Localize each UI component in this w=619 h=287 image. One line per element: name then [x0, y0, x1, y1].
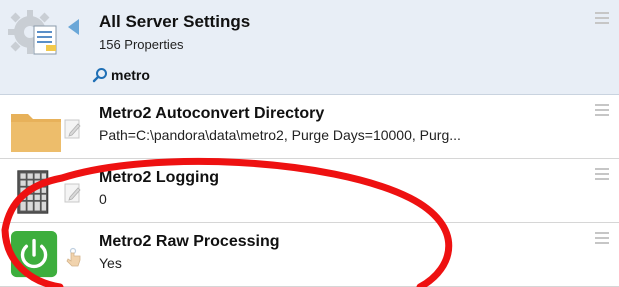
- search-input[interactable]: [111, 67, 231, 83]
- item-value: Path=C:\pandora\data\metro2, Purge Days=…: [99, 127, 461, 143]
- item-title: Metro2 Autoconvert Directory: [99, 105, 325, 122]
- list-item[interactable]: Metro2 Autoconvert Directory Path=C:\pan…: [0, 96, 619, 159]
- search-bar: [92, 64, 231, 86]
- property-count: 156 Properties: [99, 37, 184, 52]
- item-value: 0: [99, 191, 107, 207]
- drag-handle-icon[interactable]: [595, 104, 609, 119]
- edit-pencil-icon[interactable]: [64, 182, 82, 204]
- grid-icon: [17, 170, 49, 214]
- settings-header: All Server Settings 156 Properties: [0, 0, 619, 95]
- search-icon: [92, 68, 107, 83]
- item-value: Yes: [99, 255, 122, 271]
- page-title: All Server Settings: [99, 12, 251, 31]
- list-item[interactable]: Metro2 Raw Processing Yes: [0, 224, 619, 287]
- item-title: Metro2 Logging: [99, 169, 219, 186]
- edit-pencil-icon[interactable]: [64, 118, 82, 140]
- tap-hand-icon[interactable]: [64, 246, 82, 268]
- drag-handle-icon[interactable]: [595, 168, 609, 183]
- power-icon: [10, 230, 58, 278]
- drag-handle-icon[interactable]: [595, 12, 609, 27]
- list-item[interactable]: Metro2 Logging 0: [0, 160, 619, 223]
- drag-handle-icon[interactable]: [595, 232, 609, 247]
- item-title: Metro2 Raw Processing: [99, 233, 280, 250]
- back-arrow-icon[interactable]: [68, 19, 79, 35]
- folder-icon: [11, 114, 61, 152]
- gear-document-icon: [8, 10, 57, 55]
